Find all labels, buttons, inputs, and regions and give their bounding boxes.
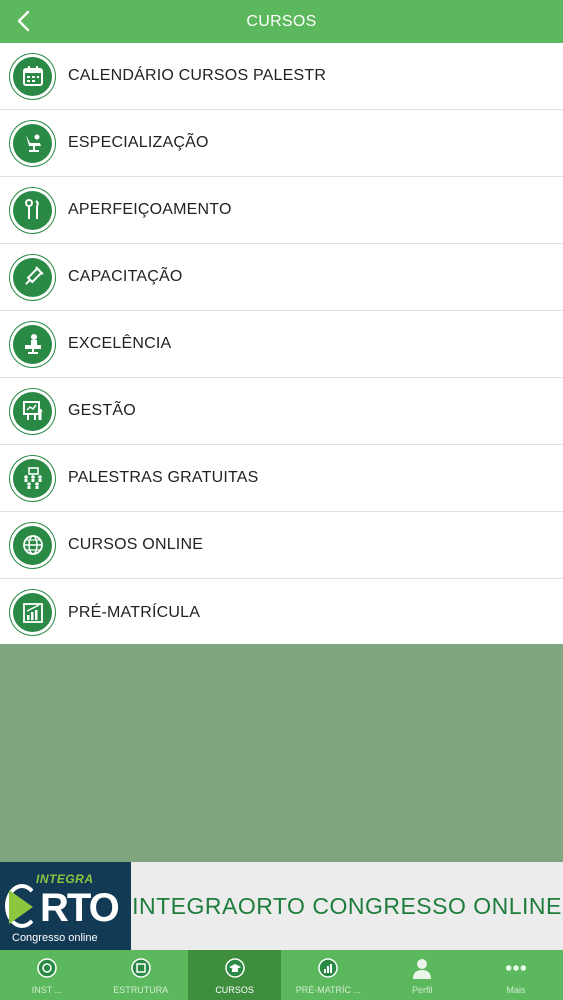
back-button[interactable] (12, 8, 34, 34)
promo-banner[interactable]: INTEGRA RTO Congresso online INTEGRAORTO… (0, 862, 563, 950)
menu-item-label: EXCELÊNCIA (68, 335, 172, 352)
tab-cursos[interactable]: CURSOS (187, 950, 282, 1000)
structure-icon (130, 957, 152, 979)
chart-icon (317, 957, 339, 979)
menu-item-label: PRÉ-MATRÍCULA (68, 603, 201, 621)
play-icon (9, 890, 33, 924)
tab-label: ESTRUTURA (113, 985, 169, 995)
banner-headline: INTEGRAORTO CONGRESSO ONLINE (131, 862, 563, 950)
menu-item-gestao[interactable]: GESTÃO (0, 378, 563, 445)
tab-pre-matricula[interactable]: PRÉ-MATRÍC ... (281, 950, 375, 1000)
integraorto-logo: INTEGRA RTO Congresso online (0, 862, 131, 950)
graduation-cap-icon (224, 957, 246, 979)
menu-item-calendario[interactable]: CALENDÁRIO CURSOS PALESTR (0, 43, 563, 110)
menu-item-label: CAPACITAÇÃO (68, 268, 183, 285)
calendar-icon (10, 53, 55, 99)
tab-label: CURSOS (215, 985, 254, 995)
audience-icon (10, 455, 55, 501)
user-icon (411, 957, 433, 979)
dental-tools-icon (10, 187, 55, 233)
chevron-left-icon (17, 10, 30, 32)
menu-item-label: CALENDÁRIO CURSOS PALESTR (68, 67, 327, 84)
menu-item-pre-matricula[interactable]: PRÉ-MATRÍCULA (0, 579, 563, 646)
tab-institucional[interactable]: INST ... (0, 950, 94, 1000)
tab-mais[interactable]: Mais (469, 950, 563, 1000)
globe-icon (10, 522, 55, 568)
tab-perfil[interactable]: Perfil (375, 950, 469, 1000)
menu-item-capacitacao[interactable]: CAPACITAÇÃO (0, 244, 563, 311)
menu-item-aperfeicoamento[interactable]: APERFEIÇOAMENTO (0, 177, 563, 244)
menu-item-especializacao[interactable]: ESPECIALIZAÇÃO (0, 110, 563, 177)
menu-item-excelencia[interactable]: EXCELÊNCIA (0, 311, 563, 378)
header-bar: CURSOS (0, 0, 563, 43)
logo-subtitle: Congresso online (12, 932, 98, 944)
tab-label: Perfil (411, 985, 433, 995)
menu-item-label: PALESTRAS GRATUITAS (68, 469, 259, 486)
menu-item-label: ESPECIALIZAÇÃO (68, 134, 209, 151)
tab-label: PRÉ-MATRÍC ... (295, 985, 362, 995)
institution-icon (36, 957, 58, 979)
patient-chair-icon (10, 321, 55, 367)
empty-content-area (0, 644, 563, 862)
menu-item-cursos-online[interactable]: CURSOS ONLINE (0, 512, 563, 579)
logo-integra-text: INTEGRA (36, 872, 94, 886)
bottom-tab-bar: INST ... ESTRUTURA CURSOS PRÉ-MATRÍC ...… (0, 950, 563, 1000)
menu-item-label: APERFEIÇOAMENTO (68, 201, 232, 218)
logo-rto-text: RTO (40, 886, 120, 930)
tab-estrutura[interactable]: ESTRUTURA (94, 950, 188, 1000)
tab-label: Mais (506, 985, 526, 995)
menu-item-palestras[interactable]: PALESTRAS GRATUITAS (0, 445, 563, 512)
presentation-icon (10, 388, 55, 434)
dental-chair-icon (10, 120, 55, 166)
chart-icon (10, 590, 55, 635)
tab-label: INST ... (31, 985, 63, 995)
more-icon (505, 957, 527, 979)
syringe-icon (10, 254, 55, 300)
menu-item-label: GESTÃO (68, 402, 136, 419)
page-title: CURSOS (246, 12, 317, 30)
menu-item-label: CURSOS ONLINE (68, 536, 204, 553)
course-menu: CALENDÁRIO CURSOS PALESTR ESPECIALIZAÇÃO… (0, 43, 563, 646)
